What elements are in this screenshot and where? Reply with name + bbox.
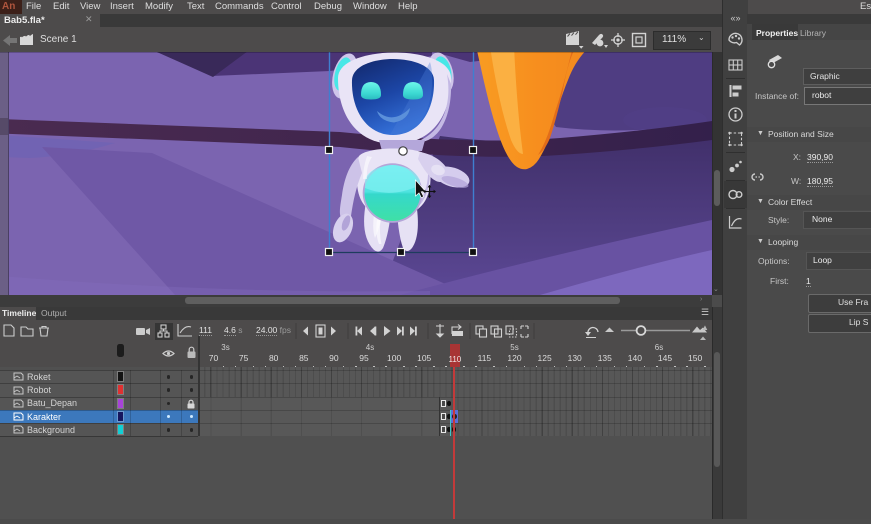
svg-text:«»: «» bbox=[730, 13, 740, 23]
